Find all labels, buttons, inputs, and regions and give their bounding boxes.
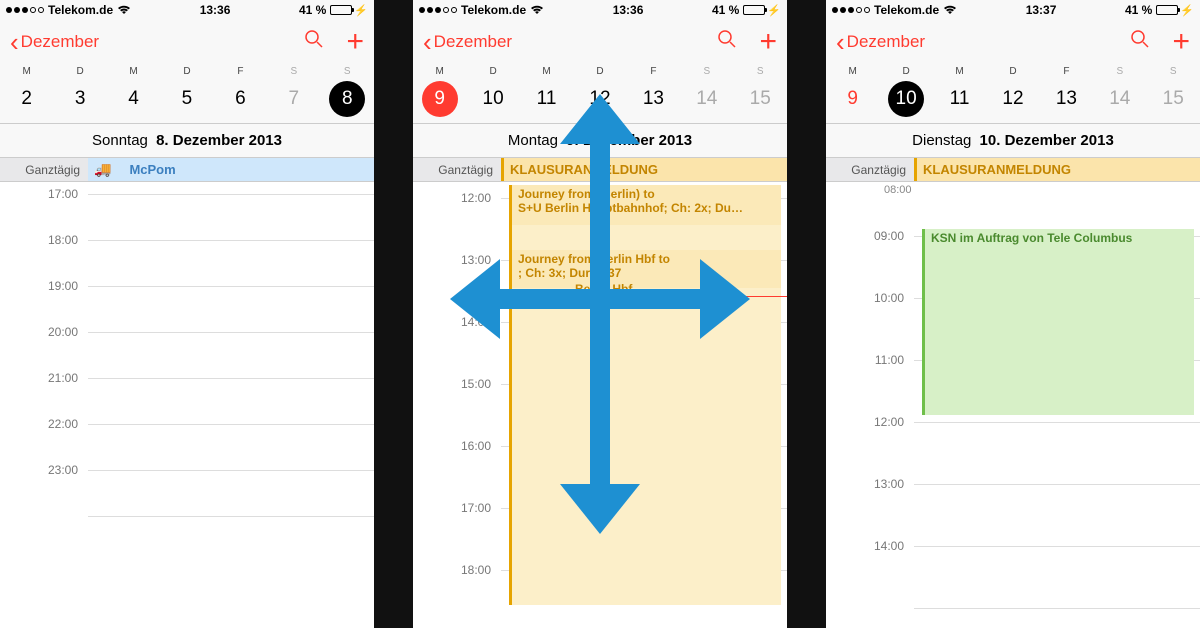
charging-bolt-icon: ⚡ — [354, 4, 368, 17]
date-14[interactable]: 14 — [689, 81, 725, 117]
wifi-icon — [530, 5, 544, 15]
day-timeline[interactable]: 17:00 18:00 19:00 20:00 21:00 22:00 23:0… — [0, 182, 374, 562]
back-button[interactable]: ‹ Dezember — [10, 29, 99, 55]
status-bar: Telekom.de 13:37 41 % ⚡ — [826, 0, 1200, 20]
date-header: Montag 9. Dezember 2013 — [413, 124, 787, 158]
date-header: Dienstag 10. Dezember 2013 — [826, 124, 1200, 158]
date-6[interactable]: 6 — [222, 81, 258, 117]
add-event-button[interactable]: + — [759, 32, 777, 52]
date-13[interactable]: 13 — [1048, 81, 1084, 117]
date-14[interactable]: 14 — [1102, 81, 1138, 117]
date-8-selected[interactable]: 8 — [329, 81, 365, 117]
back-button[interactable]: ‹ Dezember — [423, 29, 512, 55]
now-dot-icon — [497, 292, 505, 300]
battery-icon: ⚡ — [1156, 4, 1194, 17]
date-picker-row: 2 3 4 5 6 7 8 — [0, 77, 374, 124]
day-timeline[interactable]: 09:00 10:00 11:00 12:00 13:00 14:00 KSN … — [826, 196, 1200, 628]
calendar-event[interactable]: KSN im Auftrag von Tele Columbus — [922, 229, 1194, 415]
truck-icon: 🚚 — [94, 161, 111, 178]
date-13[interactable]: 13 — [635, 81, 671, 117]
date-15[interactable]: 15 — [1155, 81, 1191, 117]
status-bar: Telekom.de 13:36 41 % ⚡ — [0, 0, 374, 20]
battery-pct: 41 % — [1125, 3, 1152, 17]
signal-strength-icon — [832, 7, 870, 13]
date-11[interactable]: 11 — [529, 81, 565, 117]
nav-bar: ‹ Dezember + — [413, 20, 787, 64]
date-9-selected[interactable]: 9 — [422, 81, 458, 117]
chevron-left-icon: ‹ — [10, 29, 19, 55]
all-day-event[interactable]: KLAUSURANMELDUNG — [914, 158, 1200, 181]
nav-bar: ‹ Dezember + — [826, 20, 1200, 64]
all-day-row: Ganztägig KLAUSURANMELDUNG — [826, 158, 1200, 182]
add-event-button[interactable]: + — [1172, 32, 1190, 52]
calendar-event-background[interactable] — [509, 185, 781, 605]
all-day-label: Ganztägig — [826, 158, 914, 181]
battery-pct: 41 % — [299, 3, 326, 17]
calendar-event[interactable]: Journey from (Berlin) to S+U Berlin Haup… — [509, 185, 781, 225]
carrier-label: Telekom.de — [874, 3, 939, 17]
date-9-today[interactable]: 9 — [835, 81, 871, 117]
battery-icon: ⚡ — [330, 4, 368, 17]
date-2[interactable]: 2 — [9, 81, 45, 117]
phone-screen-a: Telekom.de 13:36 41 % ⚡ ‹ Dezember + M — [0, 0, 374, 628]
date-15[interactable]: 15 — [742, 81, 778, 117]
status-time: 13:36 — [200, 3, 231, 17]
battery-pct: 41 % — [712, 3, 739, 17]
date-12[interactable]: 12 — [582, 81, 618, 117]
wifi-icon — [117, 5, 131, 15]
date-10[interactable]: 10 — [475, 81, 511, 117]
day-of-week-row: M D M D F S S — [0, 64, 374, 77]
chevron-left-icon: ‹ — [423, 29, 432, 55]
calendar-event[interactable]: Journey from Berlin Hbf to ; Ch: 3x; Dur… — [509, 250, 781, 288]
day-timeline[interactable]: 12:00 13:00 14:00 15:00 16:00 17:00 18:0… — [413, 182, 787, 628]
search-icon[interactable] — [304, 29, 324, 55]
chevron-left-icon: ‹ — [836, 29, 845, 55]
all-day-event[interactable]: KLAUSURANMELDUNG — [501, 158, 787, 181]
date-3[interactable]: 3 — [62, 81, 98, 117]
signal-strength-icon — [419, 7, 457, 13]
date-picker-row: 9 10 11 12 13 14 15 — [826, 77, 1200, 124]
date-picker-row: 9 10 11 12 13 14 15 — [413, 77, 787, 124]
phone-screen-b: Telekom.de 13:36 41 % ⚡ ‹ Dezember + M — [413, 0, 787, 628]
status-time: 13:37 — [1026, 3, 1057, 17]
all-day-row: Ganztägig KLAUSURANMELDUNG — [413, 158, 787, 182]
all-day-row: Ganztägig 🚚 McPom — [0, 158, 374, 182]
date-11[interactable]: 11 — [942, 81, 978, 117]
charging-bolt-icon: ⚡ — [1180, 4, 1194, 17]
battery-icon: ⚡ — [743, 4, 781, 17]
day-of-week-row: M D M D F S S — [413, 64, 787, 77]
date-7[interactable]: 7 — [276, 81, 312, 117]
signal-strength-icon — [6, 7, 44, 13]
back-label: Dezember — [847, 32, 925, 52]
add-event-button[interactable]: + — [346, 32, 364, 52]
nav-bar: ‹ Dezember + — [0, 20, 374, 64]
day-of-week-row: M D M D F S S — [826, 64, 1200, 77]
all-day-label: Ganztägig — [0, 158, 88, 181]
date-5[interactable]: 5 — [169, 81, 205, 117]
wifi-icon — [943, 5, 957, 15]
date-10-selected[interactable]: 10 — [888, 81, 924, 117]
hour-label-small: 08:00 — [826, 182, 1200, 196]
charging-bolt-icon: ⚡ — [767, 4, 781, 17]
back-button[interactable]: ‹ Dezember — [836, 29, 925, 55]
all-day-event[interactable]: 🚚 McPom — [88, 158, 374, 181]
search-icon[interactable] — [1130, 29, 1150, 55]
carrier-label: Telekom.de — [48, 3, 113, 17]
search-icon[interactable] — [717, 29, 737, 55]
carrier-label: Telekom.de — [461, 3, 526, 17]
current-time-indicator: 13:36 Berlin Hbf — [465, 290, 787, 302]
date-4[interactable]: 4 — [116, 81, 152, 117]
status-time: 13:36 — [613, 3, 644, 17]
date-header: Sonntag 8. Dezember 2013 — [0, 124, 374, 158]
date-12[interactable]: 12 — [995, 81, 1031, 117]
status-bar: Telekom.de 13:36 41 % ⚡ — [413, 0, 787, 20]
back-label: Dezember — [434, 32, 512, 52]
phone-screen-c: Telekom.de 13:37 41 % ⚡ ‹ Dezember + M — [826, 0, 1200, 628]
all-day-label: Ganztägig — [413, 158, 501, 181]
back-label: Dezember — [21, 32, 99, 52]
